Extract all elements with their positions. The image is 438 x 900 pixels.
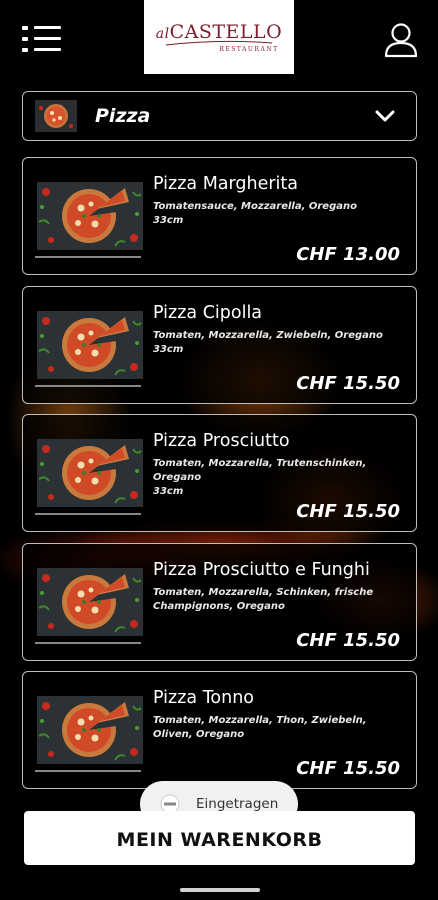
menu-item-size: 33cm	[153, 215, 184, 226]
menu-item-card[interactable]: Pizza Margherita Tomatensauce, Mozzarell…	[22, 157, 417, 275]
image-divider	[35, 642, 141, 644]
menu-item-ingredients: Tomatensauce, Mozzarella, Oregano	[153, 201, 357, 212]
menu-item-price: CHF 15.50	[296, 758, 400, 779]
toast-text: Eingetragen	[196, 796, 279, 812]
menu-item-ingredients: Tomaten, Mozzarella, Thon, Zwiebeln, Oli…	[153, 715, 367, 740]
hamburger-menu-icon[interactable]	[22, 22, 64, 56]
image-divider	[35, 513, 141, 515]
pizza-image	[37, 182, 143, 250]
menu-item-card[interactable]: Pizza Prosciutto Tomaten, Mozzarella, Tr…	[22, 414, 417, 532]
menu-item-price: CHF 15.50	[296, 373, 400, 394]
logo-tagline: RESTAURANT	[219, 46, 279, 53]
menu-item-card[interactable]: Pizza Cipolla Tomaten, Mozzarella, Zwieb…	[22, 286, 417, 404]
category-pizza-thumbnail	[35, 100, 77, 132]
category-selector[interactable]: Pizza	[22, 91, 417, 141]
pizza-image	[37, 439, 143, 507]
menu-item-size: 33cm	[153, 344, 184, 355]
menu-item-size: 33cm	[153, 486, 184, 497]
menu-item-title: Pizza Cipolla	[153, 303, 263, 323]
my-cart-button[interactable]: MEIN WARENKORB	[24, 811, 415, 865]
menu-item-title: Pizza Prosciutto e Funghi	[153, 560, 370, 580]
restaurant-logo[interactable]: alCASTELLO RESTAURANT	[144, 0, 294, 74]
menu-item-title: Pizza Margherita	[153, 174, 299, 194]
menu-item-title: Pizza Prosciutto	[153, 431, 290, 451]
category-label: Pizza	[95, 105, 151, 127]
menu-item-description: Tomaten, Mozzarella, Thon, Zwiebeln, Oli…	[153, 714, 383, 742]
menu-item-ingredients: Tomaten, Mozzarella, Zwiebeln, Oregano	[153, 330, 383, 341]
menu-item-description: Tomatensauce, Mozzarella, Oregano 33cm	[153, 200, 383, 228]
menu-item-price: CHF 13.00	[296, 244, 400, 265]
image-divider	[35, 385, 141, 387]
menu-item-description: Tomaten, Mozzarella, Trutenschinken, Ore…	[153, 457, 383, 499]
menu-item-description: Tomaten, Mozzarella, Schinken, frische C…	[153, 586, 383, 614]
pizza-image	[37, 568, 143, 636]
menu-item-price: CHF 15.50	[296, 630, 400, 651]
pizza-image	[37, 311, 143, 379]
home-indicator[interactable]	[180, 888, 260, 892]
menu-item-card[interactable]: Pizza Prosciutto e Funghi Tomaten, Mozza…	[22, 543, 417, 661]
menu-item-card[interactable]: Pizza Tonno Tomaten, Mozzarella, Thon, Z…	[22, 671, 417, 789]
menu-item-title: Pizza Tonno	[153, 688, 255, 708]
menu-item-ingredients: Tomaten, Mozzarella, Trutenschinken, Ore…	[153, 458, 367, 483]
menu-item-description: Tomaten, Mozzarella, Zwiebeln, Oregano 3…	[153, 329, 383, 357]
menu-item-ingredients: Tomaten, Mozzarella, Schinken, frische C…	[153, 587, 374, 612]
user-profile-icon[interactable]	[384, 22, 418, 58]
pizza-image	[37, 696, 143, 764]
image-divider	[35, 770, 141, 772]
chevron-down-icon	[375, 110, 395, 122]
app-header: alCASTELLO RESTAURANT	[0, 0, 438, 80]
menu-item-price: CHF 15.50	[296, 501, 400, 522]
cart-button-label: MEIN WARENKORB	[116, 829, 323, 851]
image-divider	[35, 256, 141, 258]
